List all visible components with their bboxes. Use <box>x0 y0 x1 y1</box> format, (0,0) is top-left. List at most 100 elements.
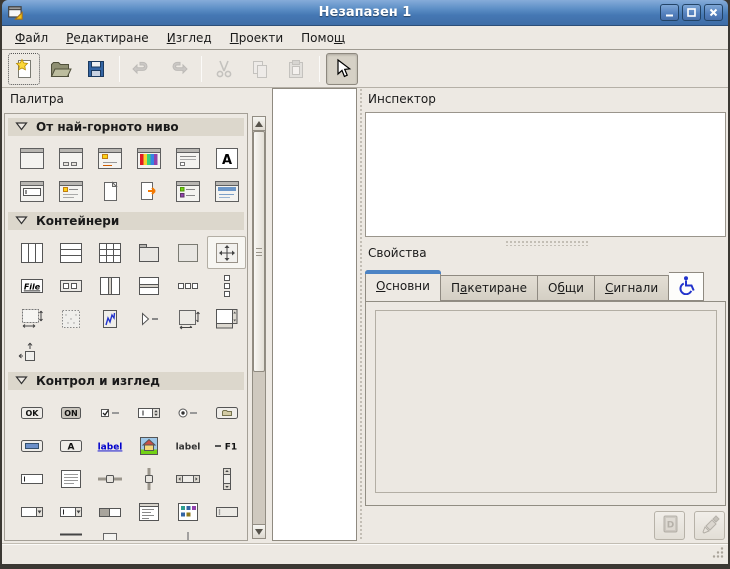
cut-button[interactable] <box>208 53 240 85</box>
palette-item-window-icon[interactable] <box>12 142 51 175</box>
design-canvas[interactable] <box>272 88 357 541</box>
tab-4[interactable]: Сигнали <box>595 275 669 301</box>
palette-item-input-dialog-icon[interactable] <box>12 175 51 208</box>
palette-panel: От най-горното ниво A Контейнери File Контро… <box>4 113 248 541</box>
palette-item-tree-view-icon[interactable] <box>129 495 168 528</box>
palette-scrollbar[interactable] <box>252 116 266 539</box>
new-button[interactable] <box>8 53 40 85</box>
palette-item-fixed-icon[interactable] <box>207 236 246 269</box>
palette-item-assistant-icon[interactable] <box>207 175 246 208</box>
palette-item-vpaned-icon[interactable] <box>129 269 168 302</box>
palette-item-link-button-icon[interactable]: label <box>90 429 129 462</box>
palette-item-vruler-icon[interactable] <box>90 528 129 541</box>
svg-text:label: label <box>175 442 200 452</box>
palette-section-label: Контрол и изглед <box>36 374 160 388</box>
tab-3[interactable]: Общи <box>538 275 595 301</box>
menu-2[interactable]: Редактиране <box>57 26 158 49</box>
palette-item-vscale-icon[interactable] <box>129 462 168 495</box>
palette-section-label: От най-горното ниво <box>36 120 179 134</box>
palette-item-hseparator-icon[interactable] <box>51 528 90 541</box>
palette-item-recent-chooser-dialog-icon[interactable] <box>168 175 207 208</box>
palette-item-layout-icon[interactable] <box>12 302 51 335</box>
palette-item-hbox-icon[interactable] <box>12 236 51 269</box>
palette-item-frame-icon[interactable] <box>168 236 207 269</box>
menu-4[interactable]: Проекти <box>221 26 292 49</box>
palette-item-progress-bar-icon[interactable] <box>90 495 129 528</box>
palette-item-vbox-icon[interactable] <box>51 236 90 269</box>
palette-item-file-chooser-button-icon[interactable] <box>207 396 246 429</box>
paste-button[interactable] <box>280 53 312 85</box>
redo-button[interactable] <box>162 53 194 85</box>
tab-1[interactable]: Основни <box>365 270 441 301</box>
menu-5[interactable]: Помощ <box>292 26 354 49</box>
palette-item-color-button-icon[interactable] <box>12 429 51 462</box>
tab-2[interactable]: Пакетиране <box>441 275 538 301</box>
selector-button[interactable] <box>326 53 358 85</box>
palette-item-table-icon[interactable] <box>90 236 129 269</box>
palette-item-scrolled-window-icon[interactable] <box>207 302 246 335</box>
copy-button[interactable] <box>244 53 276 85</box>
palette-item-color-selection-dialog-icon[interactable] <box>129 142 168 175</box>
palette-item-check-button-icon[interactable] <box>90 396 129 429</box>
inspector-resize-grip[interactable] <box>505 240 589 246</box>
undo-button[interactable] <box>126 53 158 85</box>
open-button[interactable] <box>44 53 76 85</box>
palette-item-toolbar-icon[interactable] <box>51 269 90 302</box>
scroll-up-button[interactable] <box>253 117 265 131</box>
palette-section-header-1[interactable]: От най-горното ниво <box>8 118 244 136</box>
palette-item-combo-box-entry-icon[interactable] <box>51 495 90 528</box>
palette-item-drawing-area-icon[interactable] <box>51 302 90 335</box>
scroll-down-button[interactable] <box>253 524 265 538</box>
palette-item-spin-button-icon[interactable] <box>129 396 168 429</box>
pane-resize-handle[interactable] <box>359 88 364 541</box>
palette-item-hscale-icon[interactable] <box>90 462 129 495</box>
tab-accessibility[interactable] <box>669 272 704 301</box>
palette-item-font-button-icon[interactable]: A <box>51 429 90 462</box>
titlebar[interactable]: Незапазен 1 <box>2 0 728 26</box>
devhelp-button[interactable]: D <box>654 511 685 540</box>
palette-section-header-2[interactable]: Контейнери <box>8 212 244 230</box>
palette-item-curve-icon[interactable] <box>90 302 129 335</box>
palette-item-hbuttonbox-icon[interactable] <box>168 269 207 302</box>
palette-item-dialog-icon[interactable] <box>51 142 90 175</box>
palette-item-font-selection-dialog-icon[interactable]: A <box>207 142 246 175</box>
edit-button[interactable] <box>694 511 725 540</box>
palette-item-notebook-icon[interactable] <box>129 236 168 269</box>
palette-item-alignment-icon[interactable] <box>12 335 51 368</box>
palette-item-text-view-icon[interactable] <box>51 462 90 495</box>
palette-item-save-dialog-icon[interactable] <box>129 175 168 208</box>
palette-empty-cell <box>207 528 246 541</box>
scrollbar-thumb[interactable] <box>253 131 265 372</box>
palette-item-accel-label-icon[interactable]: F1 <box>207 429 246 462</box>
svg-text:File: File <box>23 282 40 291</box>
palette-item-combo-box-icon[interactable] <box>12 495 51 528</box>
palette-item-menubar-icon[interactable]: File <box>12 269 51 302</box>
palette-item-expander-icon[interactable] <box>129 302 168 335</box>
palette-item-statusbar-icon[interactable] <box>207 495 246 528</box>
palette-item-label-icon[interactable]: label <box>168 429 207 462</box>
palette-item-image-icon[interactable] <box>129 429 168 462</box>
palette-item-vscrollbar-icon[interactable] <box>207 462 246 495</box>
palette-item-radio-button-icon[interactable] <box>168 396 207 429</box>
properties-buttons: D <box>654 511 725 540</box>
palette-item-viewport-icon[interactable] <box>168 302 207 335</box>
menu-3[interactable]: Изглед <box>158 26 221 49</box>
palette-item-button-icon[interactable]: OK <box>12 396 51 429</box>
palette-item-about-dialog-icon[interactable] <box>51 175 90 208</box>
menu-1[interactable]: Файл <box>6 26 57 49</box>
inspector-tree[interactable] <box>365 112 726 237</box>
resize-grip[interactable] <box>711 546 725 561</box>
book-d-icon: D <box>659 513 681 538</box>
palette-item-icon-view-icon[interactable] <box>168 495 207 528</box>
palette-item-hpaned-icon[interactable] <box>90 269 129 302</box>
palette-item-vseparator-icon[interactable] <box>168 528 207 541</box>
palette-section-header-3[interactable]: Контрол и изглед <box>8 372 244 390</box>
palette-item-entry-icon[interactable] <box>12 462 51 495</box>
save-button[interactable] <box>80 53 112 85</box>
palette-item-toggle-button-icon[interactable]: ON <box>51 396 90 429</box>
palette-item-file-chooser-dialog-icon[interactable] <box>168 142 207 175</box>
palette-item-file-chooser-widget-icon[interactable] <box>90 175 129 208</box>
palette-item-vbuttonbox-icon[interactable] <box>207 269 246 302</box>
palette-item-message-dialog-icon[interactable] <box>90 142 129 175</box>
palette-item-hscrollbar-icon[interactable] <box>168 462 207 495</box>
